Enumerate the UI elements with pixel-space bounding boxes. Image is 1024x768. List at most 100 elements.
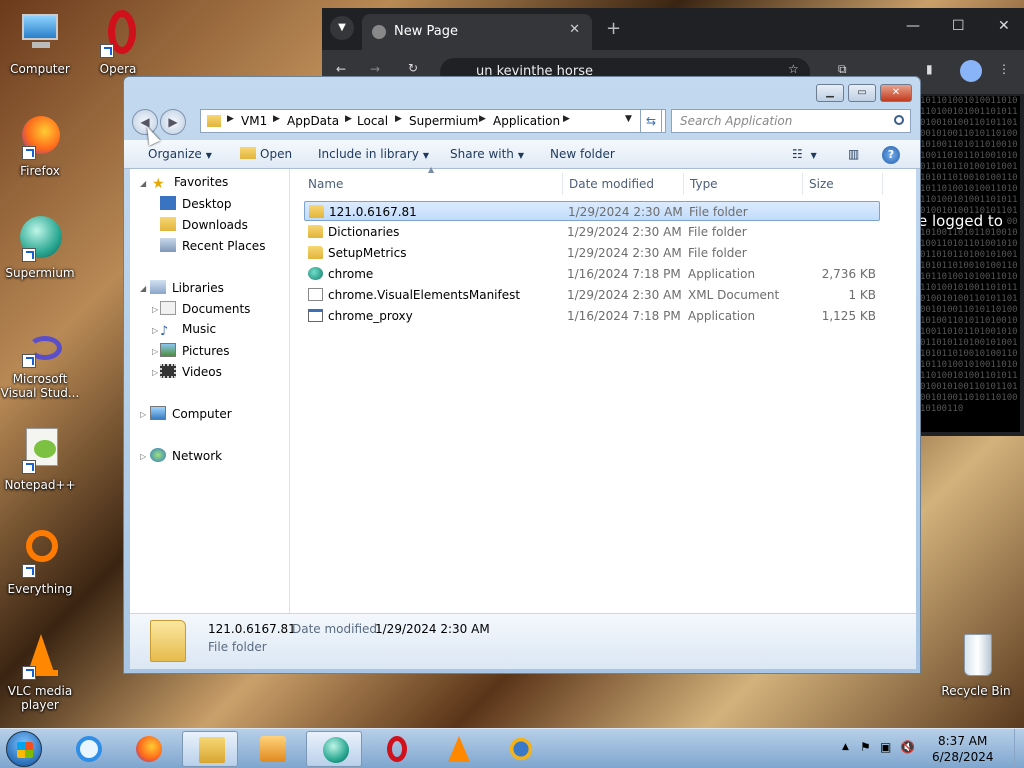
nav-favorites[interactable]: ★ Favorites: [152, 175, 228, 192]
column-header-size[interactable]: Size: [809, 177, 834, 191]
extensions-icon[interactable]: ⧉: [838, 62, 847, 77]
nav-desktop[interactable]: Desktop: [160, 196, 232, 211]
desktop-icon-visual-studio[interactable]: Microsoft Visual Stud...: [0, 330, 80, 400]
explorer-window[interactable]: ▁ ▭ ✕ ◀ ▶ ▶ VM1 ▶ AppData ▶ Local ▶ Supe…: [123, 76, 921, 674]
maximize-icon[interactable]: ☐: [952, 18, 965, 34]
tab-close-icon[interactable]: ✕: [569, 22, 580, 37]
taskbar-windows-explorer[interactable]: [182, 731, 238, 767]
close-button[interactable]: ✕: [880, 84, 912, 102]
nav-recent-places[interactable]: Recent Places: [160, 238, 265, 253]
profile-avatar-icon[interactable]: [960, 60, 982, 82]
minimize-button[interactable]: ▁: [816, 84, 844, 102]
organize-button[interactable]: Organize ▼: [148, 147, 212, 161]
network-tray-icon[interactable]: ▣: [880, 740, 891, 754]
preview-pane-icon[interactable]: ▥: [848, 147, 859, 161]
breadcrumb-supermium[interactable]: Supermium: [409, 114, 478, 128]
navigation-pane[interactable]: ◢ ★ Favorites Desktop Downloads Recent Pl…: [130, 169, 290, 613]
desktop-icon-everything[interactable]: Everything: [0, 530, 80, 596]
taskbar-sun-app[interactable]: [492, 731, 548, 767]
tab-search-chevron-icon[interactable]: ▼: [330, 16, 354, 40]
desktop-icon-computer[interactable]: Computer: [0, 10, 80, 76]
reload-icon[interactable]: ↻: [408, 61, 418, 75]
volume-muted-icon[interactable]: 🔇: [900, 740, 915, 754]
column-divider[interactable]: [562, 173, 563, 195]
taskbar-media-player[interactable]: [244, 731, 300, 767]
clock-time[interactable]: 8:37 AM: [938, 734, 987, 748]
table-row[interactable]: 121.0.6167.81 1/29/2024 2:30 AM File fol…: [304, 201, 880, 221]
table-row[interactable]: Dictionaries 1/29/2024 2:30 AM File fold…: [304, 222, 880, 242]
open-button[interactable]: Open: [240, 147, 292, 161]
forward-button[interactable]: ▶: [160, 109, 186, 135]
new-tab-plus-icon[interactable]: +: [606, 18, 621, 39]
nav-computer[interactable]: Computer: [150, 406, 232, 421]
nav-pictures[interactable]: Pictures: [160, 343, 230, 358]
show-desktop-button[interactable]: [1014, 729, 1024, 768]
taskbar-firefox[interactable]: [120, 731, 176, 767]
column-header-type[interactable]: Type: [690, 177, 718, 191]
nav-videos[interactable]: Videos: [160, 364, 222, 379]
table-row[interactable]: SetupMetrics 1/29/2024 2:30 AM File fold…: [304, 243, 880, 263]
maximize-button[interactable]: ▭: [848, 84, 876, 102]
refresh-button[interactable]: ⇆: [640, 109, 662, 133]
taskbar-vlc[interactable]: [430, 731, 486, 767]
desktop-icon-recycle-bin[interactable]: Recycle Bin: [936, 632, 1016, 698]
nav-libraries[interactable]: Libraries: [150, 280, 224, 295]
breadcrumb-separator-icon[interactable]: ▶: [395, 114, 402, 124]
chrome-tab-new-page[interactable]: New Page ✕: [362, 14, 592, 50]
breadcrumb-separator-icon[interactable]: ▶: [479, 114, 486, 124]
address-bar[interactable]: ▶ VM1 ▶ AppData ▶ Local ▶ Supermium ▶ Ap…: [200, 109, 666, 133]
taskbar-supermium[interactable]: [306, 731, 362, 767]
collapse-arrow-icon[interactable]: ▷: [152, 347, 158, 356]
new-folder-button[interactable]: New folder: [550, 147, 615, 161]
breadcrumb-appdata[interactable]: AppData: [287, 114, 339, 128]
column-divider[interactable]: [802, 173, 803, 195]
column-divider[interactable]: [683, 173, 684, 195]
column-header-name[interactable]: Name: [308, 177, 343, 191]
column-header-date-modified[interactable]: Date modified: [569, 177, 654, 191]
collapse-arrow-icon[interactable]: ▷: [140, 410, 146, 419]
back-arrow-icon[interactable]: ←: [336, 62, 346, 76]
breadcrumb-separator-icon[interactable]: ▶: [563, 114, 570, 124]
explorer-titlebar[interactable]: ▁ ▭ ✕: [124, 77, 920, 105]
desktop-icon-firefox[interactable]: Firefox: [0, 112, 80, 178]
desktop-icon-supermium[interactable]: Supermium: [0, 214, 80, 280]
column-divider[interactable]: [882, 173, 883, 195]
collapse-arrow-icon[interactable]: ▷: [152, 305, 158, 314]
nav-network[interactable]: Network: [150, 448, 222, 463]
share-with-button[interactable]: Share with ▼: [450, 147, 524, 161]
taskbar-internet-explorer[interactable]: [60, 731, 116, 767]
breadcrumb-separator-icon[interactable]: ▶: [345, 114, 352, 124]
nav-music[interactable]: ♪ Music: [160, 322, 216, 339]
breadcrumb-local[interactable]: Local: [357, 114, 388, 128]
desktop-icon-opera[interactable]: Opera: [78, 10, 158, 76]
view-options-icon[interactable]: ☷ ▼: [792, 147, 817, 161]
search-input[interactable]: Search Application: [671, 109, 911, 133]
collapse-arrow-icon[interactable]: ▷: [152, 368, 158, 377]
nav-downloads[interactable]: Downloads: [160, 217, 248, 232]
nav-documents[interactable]: Documents: [160, 301, 250, 316]
desktop-icon-vlc[interactable]: VLC media player: [0, 632, 80, 712]
breadcrumb-application[interactable]: Application: [493, 114, 560, 128]
close-icon[interactable]: ✕: [998, 18, 1010, 34]
help-icon[interactable]: ?: [882, 146, 900, 164]
breadcrumb-vm1[interactable]: VM1: [241, 114, 267, 128]
expand-favorites-icon[interactable]: ◢: [140, 179, 146, 188]
file-list[interactable]: ▲ Name Date modified Type Size 121.0.616…: [290, 165, 916, 613]
expand-libraries-icon[interactable]: ◢: [140, 284, 146, 293]
clock-date[interactable]: 6/28/2024: [932, 750, 994, 764]
collapse-arrow-icon[interactable]: ▷: [140, 452, 146, 461]
address-history-dropdown-icon[interactable]: ▼: [625, 114, 632, 124]
bookmark-star-icon[interactable]: ☆: [788, 62, 799, 76]
sidebar-icon[interactable]: ▮: [926, 62, 933, 76]
forward-arrow-icon[interactable]: →: [370, 62, 380, 76]
start-button[interactable]: [6, 731, 42, 767]
show-hidden-icons-chevron-icon[interactable]: ▲: [842, 742, 849, 752]
table-row[interactable]: chrome 1/16/2024 7:18 PM Application 2,7…: [304, 264, 880, 284]
minimize-icon[interactable]: —: [906, 18, 920, 34]
include-in-library-button[interactable]: Include in library ▼: [318, 147, 429, 161]
breadcrumb-separator-icon[interactable]: ▶: [273, 114, 280, 124]
table-row[interactable]: chrome_proxy 1/16/2024 7:18 PM Applicati…: [304, 306, 880, 326]
action-center-flag-icon[interactable]: ⚑: [860, 740, 871, 754]
table-row[interactable]: chrome.VisualElementsManifest 1/29/2024 …: [304, 285, 880, 305]
desktop-icon-notepad-plus-plus[interactable]: Notepad++: [0, 426, 80, 492]
